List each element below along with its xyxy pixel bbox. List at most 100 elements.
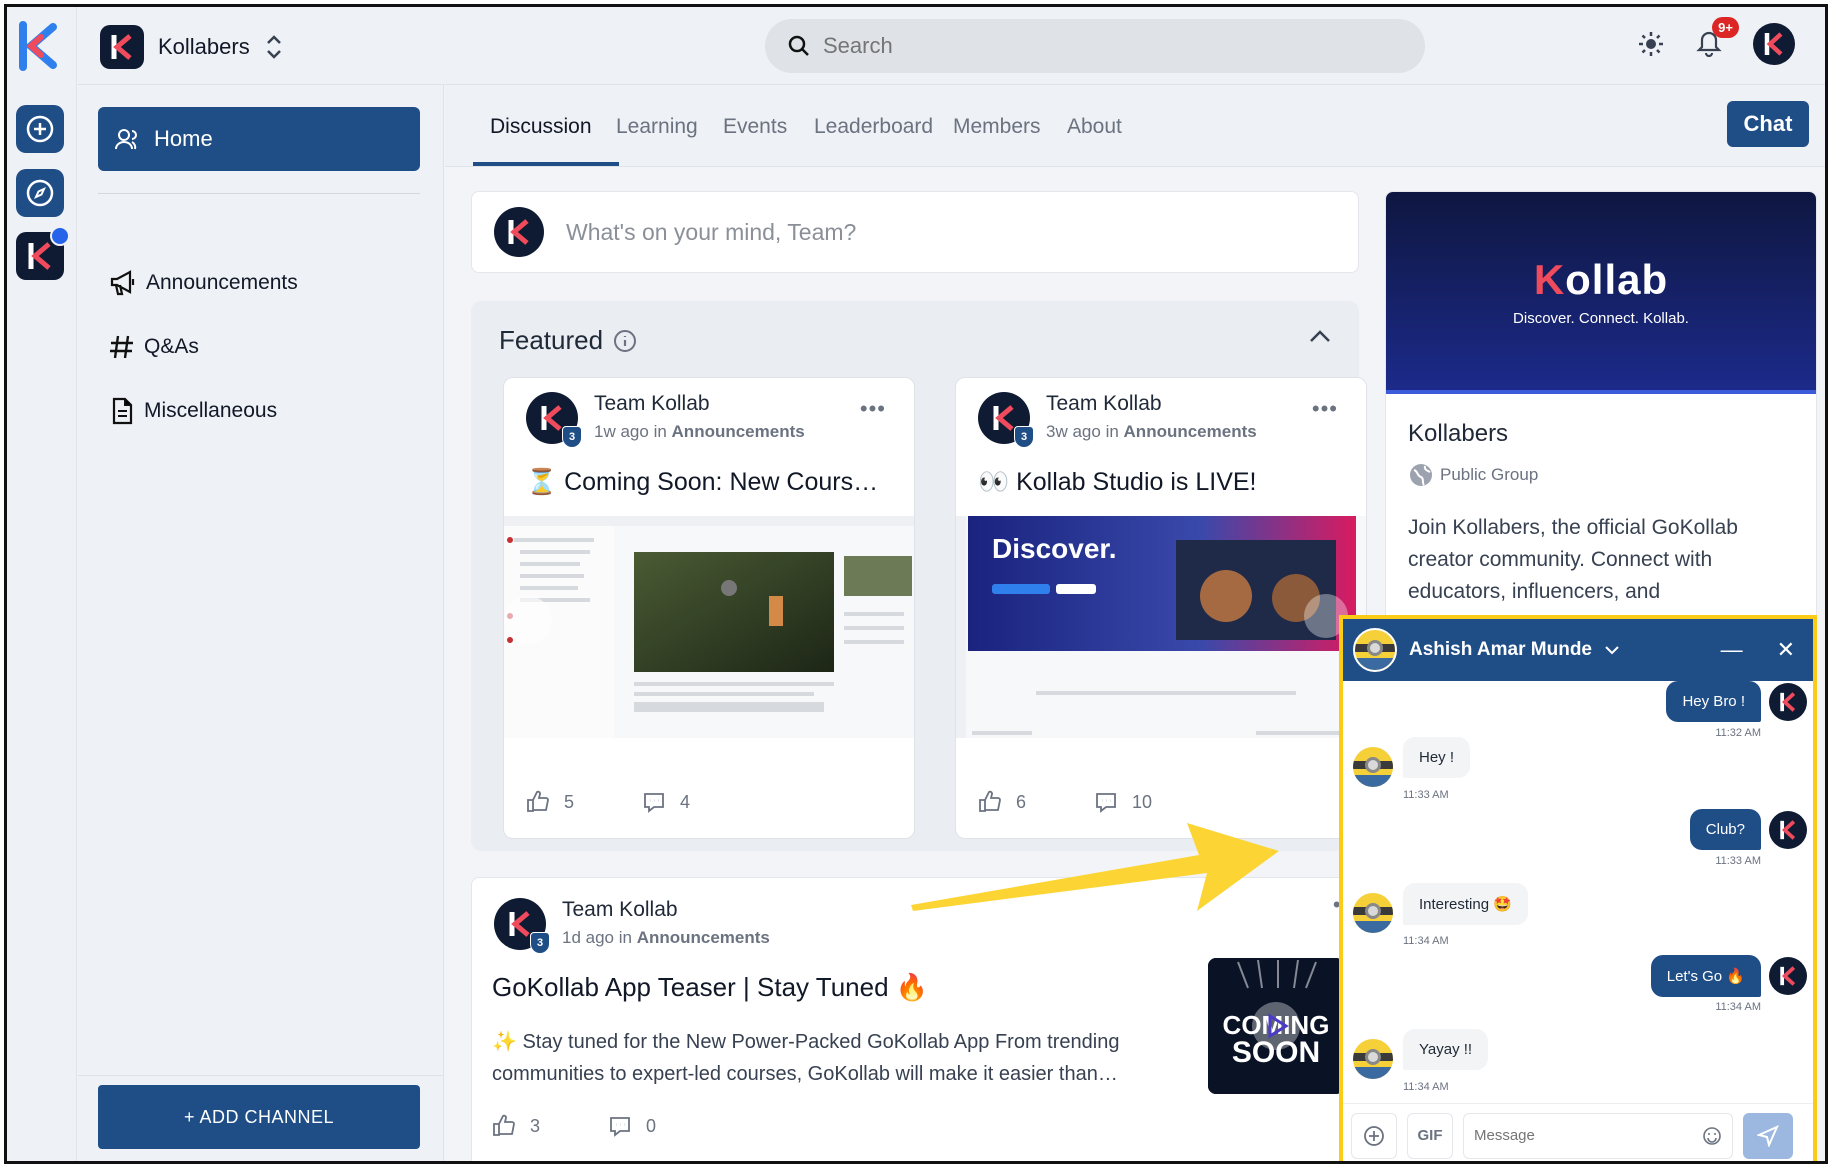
logo-rest: ollab: [1565, 255, 1669, 303]
divider: [98, 193, 420, 194]
kollab-k-icon: [28, 242, 51, 270]
theme-toggle-sun-icon[interactable]: [1637, 30, 1665, 58]
message-bubble[interactable]: Interesting 🤩: [1403, 883, 1528, 925]
tab-leaderboard[interactable]: Leaderboard: [814, 115, 933, 139]
comment-count: 10: [1132, 791, 1153, 812]
chat-window: Ashish Amar Munde — ✕ Hey Bro ! 11:32 AM…: [1339, 615, 1817, 1161]
post-channel[interactable]: Announcements: [672, 422, 805, 441]
more-options-icon[interactable]: •••: [1312, 396, 1338, 422]
gif-button[interactable]: GIF: [1407, 1112, 1453, 1159]
chevron-updown-icon[interactable]: [264, 33, 284, 61]
comment-icon[interactable]: [1094, 790, 1118, 814]
thumbs-up-icon[interactable]: [978, 790, 1002, 814]
tab-members[interactable]: Members: [953, 115, 1041, 139]
sidebar-item-qas[interactable]: Q&As: [108, 333, 199, 361]
author-avatar: 3: [494, 898, 550, 954]
message-time: 11:33 AM: [1403, 789, 1449, 801]
featured-card[interactable]: 3 Team Kollab 3w ago in Announcements ••…: [955, 377, 1367, 839]
message-time: 11:34 AM: [1403, 1081, 1449, 1093]
divider: [78, 1075, 443, 1076]
create-community-button[interactable]: [16, 105, 64, 153]
visibility-label: Public Group: [1440, 465, 1539, 484]
post-composer[interactable]: What's on your mind, Team?: [471, 191, 1359, 273]
app-logo-icon[interactable]: [17, 21, 61, 71]
search-bar[interactable]: [765, 19, 1425, 73]
minimize-icon[interactable]: —: [1721, 637, 1743, 663]
send-button[interactable]: [1743, 1112, 1793, 1159]
explore-button[interactable]: [16, 169, 64, 217]
chevron-up-icon[interactable]: [1309, 329, 1331, 343]
contact-avatar: [1351, 891, 1395, 935]
thumb-discover-text: Discover.: [992, 533, 1117, 564]
message-input-wrapper[interactable]: [1463, 1112, 1733, 1159]
banner-tagline: Discover. Connect. Kollab.: [1513, 309, 1689, 327]
message-input[interactable]: [1474, 1127, 1674, 1144]
tab-about[interactable]: About: [1067, 115, 1122, 139]
message-time: 11:33 AM: [1715, 855, 1761, 867]
message-bubble[interactable]: Hey !: [1403, 737, 1471, 778]
post-meta: 1w ago in Announcements: [594, 422, 805, 442]
emoji-icon[interactable]: [1702, 1126, 1722, 1146]
send-icon: [1757, 1124, 1779, 1147]
featured-card[interactable]: 3 Team Kollab 1w ago in Announcements ••…: [503, 377, 915, 839]
search-input[interactable]: [823, 33, 1383, 59]
message-bubble[interactable]: Let's Go 🔥: [1650, 955, 1761, 997]
composer-avatar: [494, 207, 544, 257]
info-icon[interactable]: [613, 329, 637, 353]
sidebar-item-home[interactable]: Home: [98, 107, 420, 171]
thumbs-up-icon[interactable]: [492, 1114, 516, 1138]
author-name[interactable]: Team Kollab: [562, 898, 770, 922]
post-channel[interactable]: Announcements: [637, 928, 770, 947]
chevron-down-icon[interactable]: [1604, 644, 1620, 656]
author-name[interactable]: Team Kollab: [1046, 392, 1257, 416]
featured-title: Featured: [499, 325, 637, 356]
document-icon: [112, 397, 133, 425]
video-thumbnail[interactable]: COMING SOON: [1208, 958, 1344, 1094]
add-channel-button[interactable]: + ADD CHANNEL: [98, 1085, 420, 1149]
card-title[interactable]: ⏳ Coming Soon: New Cours…: [526, 468, 878, 497]
tab-learning[interactable]: Learning: [616, 115, 698, 139]
comment-icon[interactable]: [642, 790, 666, 814]
sidebar-item-label: Miscellaneous: [144, 399, 278, 422]
attach-button[interactable]: [1351, 1112, 1397, 1159]
card-title[interactable]: 👀 Kollab Studio is LIVE!: [978, 468, 1257, 497]
left-rail: [7, 7, 77, 1161]
comment-count: 4: [680, 791, 691, 812]
post-time: 3w ago: [1046, 422, 1101, 441]
compass-icon: [26, 179, 54, 207]
group-name: Kollabers: [1408, 420, 1509, 447]
chat-button[interactable]: Chat: [1727, 101, 1809, 147]
studio-preview-image[interactable]: Discover.: [956, 516, 1367, 738]
user-avatar[interactable]: [1753, 23, 1795, 65]
composer-placeholder[interactable]: What's on your mind, Team?: [566, 219, 856, 246]
group-logo-icon: [100, 25, 144, 69]
message-bubble[interactable]: Club?: [1689, 809, 1761, 850]
tab-discussion[interactable]: Discussion: [490, 115, 592, 139]
contact-name[interactable]: Ashish Amar Munde: [1409, 639, 1592, 661]
post-channel[interactable]: Announcements: [1124, 422, 1257, 441]
post-time: 1d ago: [562, 928, 614, 947]
chat-messages: Hey Bro ! 11:32 AM Hey ! 11:33 AM Club? …: [1343, 681, 1813, 1103]
like-count: 3: [530, 1115, 541, 1136]
message-time: 11:34 AM: [1715, 1001, 1761, 1013]
meta-in: in: [1105, 422, 1119, 441]
post-title[interactable]: GoKollab App Teaser | Stay Tuned 🔥: [492, 972, 928, 1003]
close-icon[interactable]: ✕: [1777, 637, 1795, 663]
megaphone-icon: [110, 270, 135, 296]
message-bubble[interactable]: Yayay !!: [1403, 1029, 1489, 1070]
comment-icon[interactable]: [608, 1114, 632, 1138]
sidebar-item-announcements[interactable]: Announcements: [108, 269, 298, 297]
group-switcher[interactable]: Kollabers: [100, 25, 284, 69]
author-name[interactable]: Team Kollab: [594, 392, 805, 416]
users-icon: [115, 129, 137, 150]
course-preview-image[interactable]: [504, 516, 915, 738]
notifications-button[interactable]: 9+: [1695, 16, 1739, 62]
message-bubble[interactable]: Hey Bro !: [1666, 681, 1761, 722]
tab-events[interactable]: Events: [723, 115, 787, 139]
pin-icon: [50, 226, 70, 246]
community-kollabers-button[interactable]: [16, 226, 70, 280]
sidebar-item-miscellaneous[interactable]: Miscellaneous: [108, 397, 277, 425]
reactions: 3 0: [492, 1114, 656, 1138]
thumbs-up-icon[interactable]: [526, 790, 550, 814]
more-options-icon[interactable]: •••: [860, 396, 886, 422]
